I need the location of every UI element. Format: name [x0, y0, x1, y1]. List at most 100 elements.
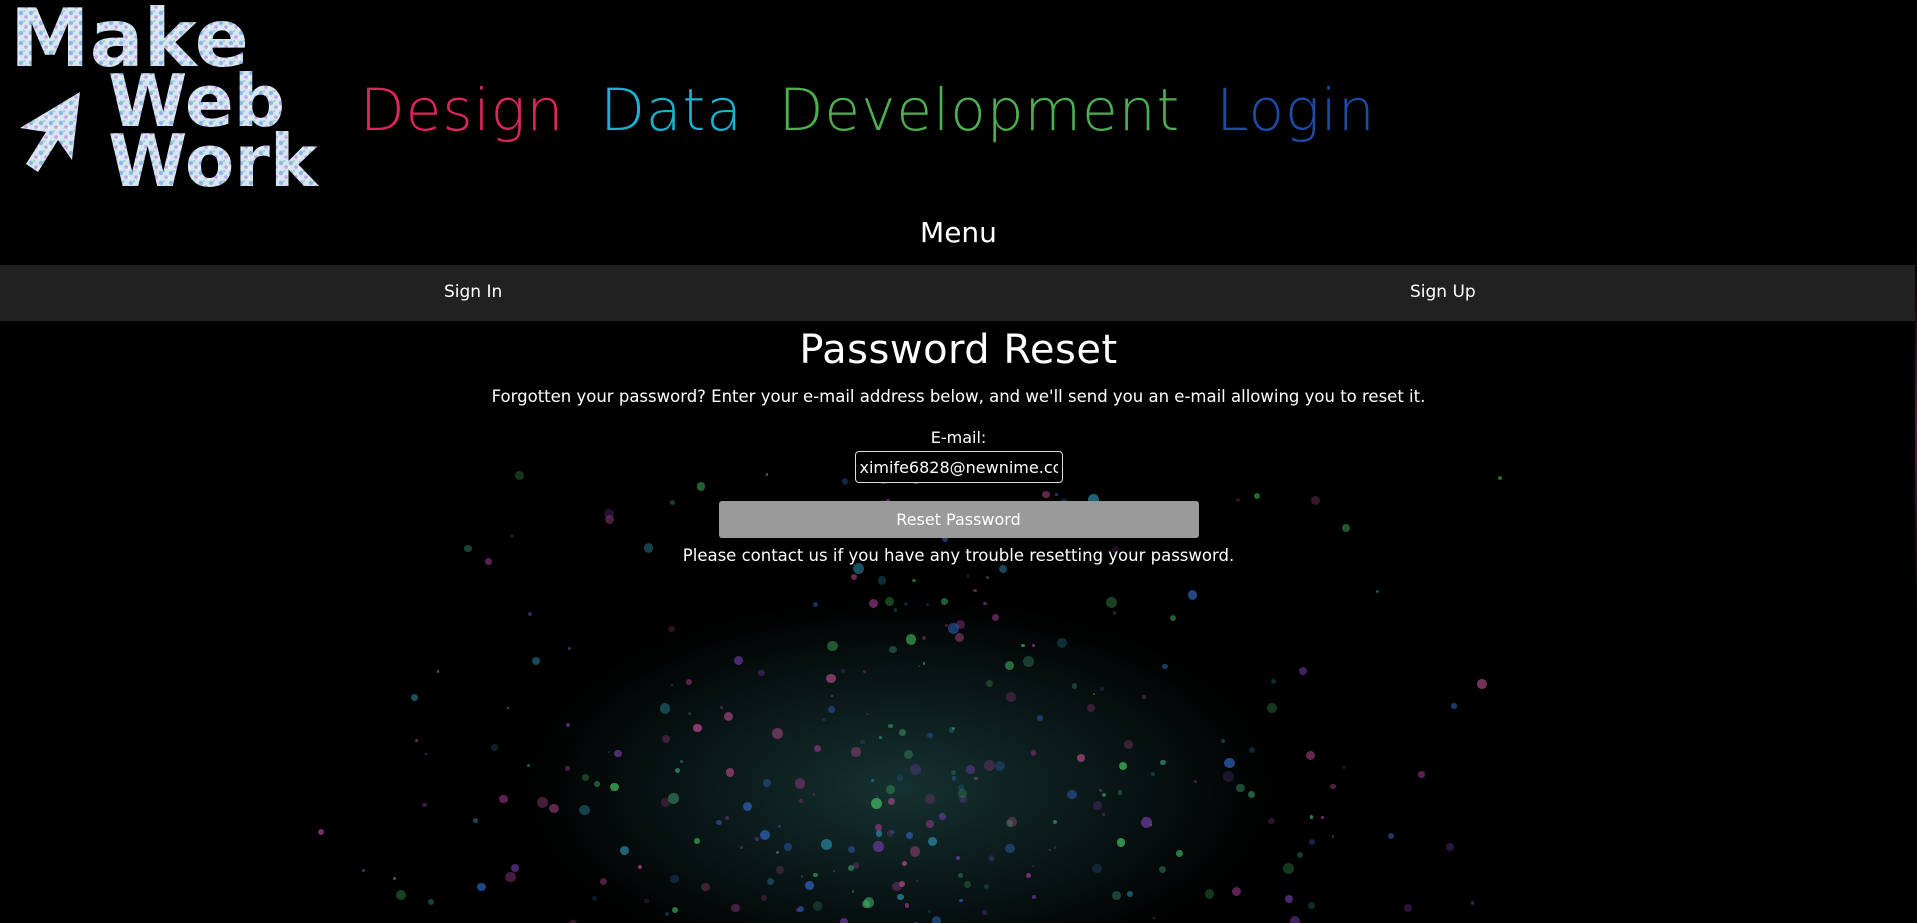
particle-dot: [1098, 789, 1103, 793]
email-field[interactable]: [854, 451, 1063, 483]
particle-dot: [1054, 846, 1057, 849]
particle-dot: [958, 872, 964, 879]
particle-dot: [393, 876, 397, 880]
particle-dot: [860, 739, 865, 745]
sign-in-link[interactable]: Sign In: [444, 282, 502, 302]
particle-dot: [1236, 783, 1245, 793]
particle-dot: [1158, 865, 1167, 874]
particle-dot: [890, 829, 895, 835]
particle-dot: [903, 749, 913, 759]
particle-dot: [876, 830, 883, 837]
particle-dot: [1375, 589, 1379, 594]
particle-dot: [974, 777, 978, 781]
particle-dot: [963, 880, 972, 889]
particle-dot: [1021, 643, 1025, 648]
particle-dot: [667, 792, 679, 804]
particle-dot: [674, 767, 680, 773]
particle-dot: [758, 669, 765, 677]
particle-dot: [927, 836, 938, 847]
site-header: Make Web Work Design Data Development Lo…: [0, 0, 1917, 205]
particle-dot: [951, 770, 957, 776]
particle-dot: [579, 805, 590, 816]
sign-up-link[interactable]: Sign Up: [1410, 282, 1476, 302]
particle-dot: [821, 839, 832, 850]
particle-dot: [428, 899, 434, 906]
particle-dot: [473, 818, 478, 823]
particle-dot: [1093, 692, 1096, 695]
particle-dot: [784, 843, 792, 851]
particle-dot: [637, 864, 642, 869]
reset-password-button[interactable]: Reset Password: [718, 501, 1199, 538]
particle-dot: [903, 602, 908, 607]
particle-dot: [1049, 849, 1052, 852]
particle-dot: [754, 837, 759, 841]
particle-dot: [1305, 750, 1315, 760]
particle-dot: [888, 797, 896, 805]
particle-dot: [804, 880, 814, 890]
particle-dot: [901, 860, 908, 866]
particle-dot: [830, 694, 834, 698]
particle-dot: [1220, 738, 1226, 744]
particle-dot: [668, 625, 675, 633]
particle-dot: [549, 803, 559, 814]
particle-dot: [873, 841, 884, 852]
nav-login[interactable]: Login: [1216, 76, 1375, 144]
nav-development[interactable]: Development: [779, 76, 1180, 144]
particle-dot: [395, 889, 406, 900]
particle-dot: [567, 646, 571, 650]
particle-dot: [1418, 771, 1425, 778]
particle-dot: [1268, 817, 1275, 825]
particle-dot: [1298, 667, 1307, 676]
particle-dot: [1283, 862, 1294, 874]
particle-dot: [994, 760, 1006, 771]
particle-dot: [1149, 824, 1153, 827]
particle-dot: [1005, 661, 1015, 671]
particle-dot: [888, 645, 897, 654]
particle-dot: [1224, 757, 1235, 769]
particle-dot: [1112, 611, 1117, 615]
particle-dot: [794, 778, 806, 790]
particle-dot: [851, 890, 855, 894]
particle-dot: [799, 799, 804, 804]
email-label: E-mail:: [930, 428, 987, 447]
intro-text: Forgotten your password? Enter your e-ma…: [491, 387, 1426, 406]
particle-dot: [828, 705, 835, 713]
particle-dot: [847, 845, 855, 853]
particle-dot: [1099, 687, 1105, 692]
nav-design[interactable]: Design: [360, 76, 564, 144]
particle-dot: [362, 869, 366, 872]
particle-dot: [760, 829, 771, 840]
particle-dot: [1005, 819, 1014, 828]
particle-dot: [827, 640, 838, 651]
particle-dot: [796, 908, 800, 913]
make-web-work-logo[interactable]: Make Web Work: [8, 0, 338, 190]
particle-dot: [694, 838, 700, 845]
particle-dot: [812, 792, 816, 796]
particle-dot: [916, 879, 919, 882]
particle-dot: [1285, 895, 1294, 904]
particle-dot: [775, 866, 785, 875]
particle-dot: [415, 738, 418, 742]
particle-dot: [318, 828, 325, 835]
particle-dot: [822, 717, 826, 722]
particle-dot: [1296, 851, 1304, 859]
particle-dot: [1032, 895, 1036, 899]
nav-data[interactable]: Data: [600, 76, 743, 144]
particle-dot: [1151, 771, 1156, 776]
particle-dot: [1116, 838, 1126, 847]
cursor-arrow-icon: [20, 92, 80, 172]
particle-dot: [1160, 759, 1166, 765]
particle-dot: [1169, 614, 1177, 622]
primary-nav: Design Data Development Login: [360, 70, 1412, 150]
particle-dot: [1222, 770, 1234, 782]
particle-dot: [905, 634, 917, 645]
particle-dot: [985, 575, 989, 579]
particle-dot: [1387, 832, 1394, 839]
particle-dot: [731, 903, 740, 913]
particle-dot: [1005, 691, 1017, 702]
particle-dot: [1056, 637, 1068, 649]
particle-dot: [991, 613, 999, 621]
particle-dot: [956, 855, 961, 860]
particle-dot: [839, 918, 848, 923]
particle-dot: [958, 898, 963, 903]
